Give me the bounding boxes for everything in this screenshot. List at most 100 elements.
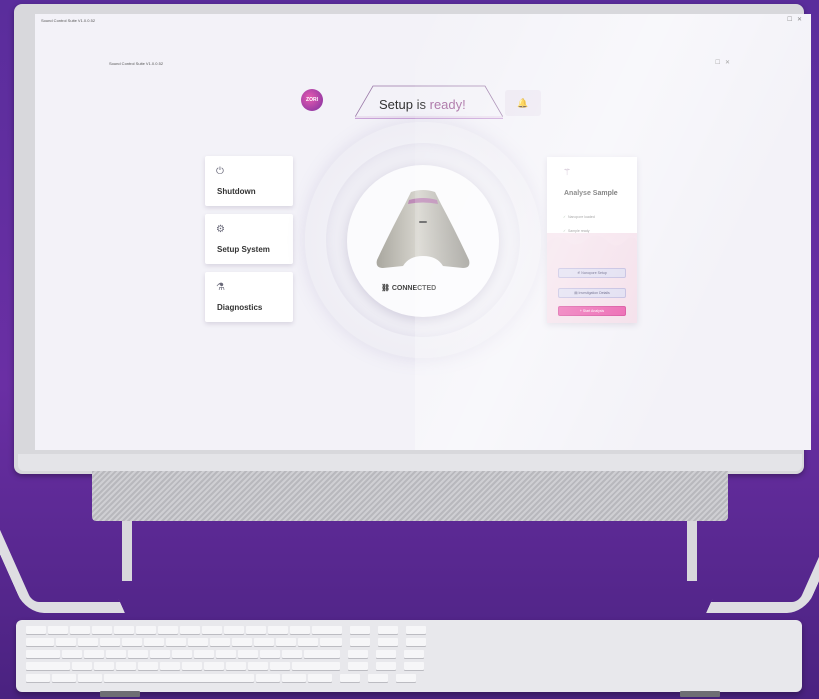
- stand-neck: [122, 521, 697, 581]
- key: [378, 626, 398, 634]
- check-label: Sample ready: [567, 229, 590, 233]
- key: [404, 650, 424, 658]
- app-screen: Sound Control Suite V1.0.0.52 ☐ ✕ Sound …: [35, 14, 811, 450]
- setup-system-label: Setup System: [217, 245, 270, 254]
- check-icon: ✓: [563, 229, 566, 233]
- keyboard-foot: [680, 691, 720, 697]
- shutdown-label: Shutdown: [217, 187, 256, 196]
- key: [298, 638, 318, 646]
- key: [172, 650, 192, 658]
- connection-status-label: CONNECTED: [391, 285, 437, 292]
- key: [376, 662, 396, 670]
- key-row: [26, 650, 424, 658]
- key: [56, 638, 76, 646]
- key: [256, 674, 280, 682]
- key: [62, 650, 82, 658]
- key: [404, 662, 424, 670]
- key: [226, 662, 246, 670]
- key: [268, 626, 288, 634]
- key: [26, 674, 50, 682]
- check-item: ✓ Nanopore loaded: [563, 215, 595, 219]
- key-row: [26, 674, 416, 682]
- setup-system-card[interactable]: ⚙ Setup System: [205, 214, 293, 264]
- key: [166, 638, 186, 646]
- key: [232, 638, 252, 646]
- diagnostics-label: Diagnostics: [217, 303, 263, 312]
- key: [52, 674, 76, 682]
- investigation-details-button[interactable]: ▤ Investigation Details: [558, 288, 626, 298]
- key: [48, 626, 68, 634]
- key: [182, 662, 202, 670]
- key: [100, 638, 120, 646]
- key: [276, 638, 296, 646]
- shutdown-card[interactable]: ⏻ Shutdown: [205, 156, 293, 206]
- key-row: [26, 626, 426, 634]
- key: [350, 638, 370, 646]
- key: [216, 650, 236, 658]
- key: [92, 626, 112, 634]
- key: [26, 650, 60, 658]
- key: [188, 638, 208, 646]
- key: [210, 638, 230, 646]
- close-button[interactable]: ✕: [797, 16, 802, 23]
- key: [144, 638, 164, 646]
- panel-title: Analyse Sample: [564, 190, 618, 197]
- key: [204, 662, 224, 670]
- power-icon: ⏻: [216, 166, 224, 177]
- key: [106, 650, 126, 658]
- key: [180, 626, 200, 634]
- page-title: Setup is ready!: [379, 97, 466, 112]
- inner-window-title: Sound Control Suite V1.0.0.52: [109, 61, 164, 66]
- key: [238, 650, 258, 658]
- key: [160, 662, 180, 670]
- key: [282, 674, 306, 682]
- device-image: [376, 190, 470, 268]
- key: [248, 662, 268, 670]
- key: [114, 626, 134, 634]
- key: [282, 650, 302, 658]
- sample-icon: ⚚: [563, 167, 572, 177]
- brand-logo: ZORI: [301, 89, 323, 111]
- key: [78, 674, 102, 682]
- key: [246, 626, 266, 634]
- key: [350, 626, 370, 634]
- key: [378, 638, 398, 646]
- key: [26, 662, 70, 670]
- check-item: ✓ Sample ready: [563, 229, 590, 233]
- key: [320, 638, 342, 646]
- key: [312, 626, 342, 634]
- key: [376, 650, 396, 658]
- key: [78, 638, 98, 646]
- connection-status: ⛓ CONNECTED: [381, 284, 436, 292]
- key-row: [26, 662, 424, 670]
- key: [290, 626, 310, 634]
- title-accent: ready!: [429, 97, 466, 112]
- analyse-sample-panel: ⚚ Analyse Sample ✓ Nanopore loaded ✓ Sampl…: [547, 157, 637, 323]
- key: [70, 626, 90, 634]
- notifications-tab[interactable]: 🔔: [505, 90, 541, 116]
- key: [406, 638, 426, 646]
- inner-close-button[interactable]: ✕: [725, 59, 730, 66]
- key: [128, 650, 148, 658]
- inner-maximize-button[interactable]: ☐: [715, 59, 720, 66]
- nanopore-setup-button[interactable]: ⚟ Nanopore Setup: [558, 268, 626, 278]
- title-main: Setup is: [379, 97, 426, 112]
- key: [308, 674, 332, 682]
- key: [396, 674, 416, 682]
- diagnostics-card[interactable]: ⚗ Diagnostics: [205, 272, 293, 322]
- key: [26, 638, 54, 646]
- maximize-button[interactable]: ☐: [787, 16, 792, 23]
- key: [292, 662, 340, 670]
- key: [94, 662, 114, 670]
- key: [194, 650, 214, 658]
- monitor-bezel: Sound Control Suite V1.0.0.52 ☐ ✕ Sound …: [14, 4, 811, 474]
- key: [224, 626, 244, 634]
- keyboard: [16, 620, 802, 692]
- key: [158, 626, 178, 634]
- check-label: Nanopore loaded: [567, 215, 595, 219]
- key: [348, 662, 368, 670]
- start-analysis-button[interactable]: + Start Analysis: [558, 306, 626, 316]
- bell-icon: 🔔: [517, 97, 529, 108]
- window-title: Sound Control Suite V1.0.0.52: [41, 18, 96, 23]
- diagnostics-icon: ⚗: [216, 282, 225, 293]
